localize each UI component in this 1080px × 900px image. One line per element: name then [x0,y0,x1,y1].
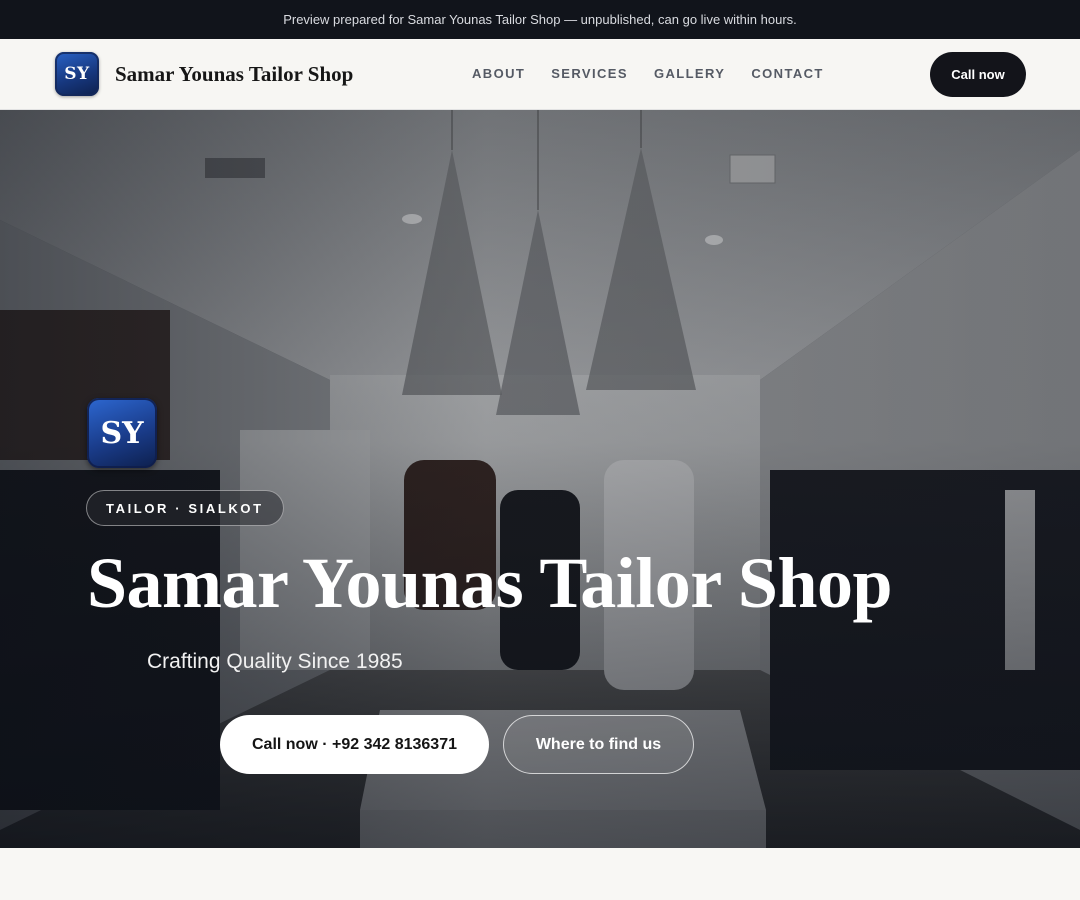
brand[interactable]: SY Samar Younas Tailor Shop [55,52,353,96]
hero-subtitle: Crafting Quality Since 1985 [147,650,403,673]
brand-name[interactable]: Samar Younas Tailor Shop [115,62,353,87]
call-now-phone-button[interactable]: Call now · +92 342 8136371 [220,715,489,774]
hero-logo-icon: SY [87,398,157,468]
category-badge: TAILOR · SIALKOT [86,490,284,526]
hero-section: SY TAILOR · SIALKOT Samar Younas Tailor … [0,110,1080,848]
preview-notice-bar: Preview prepared for Samar Younas Tailor… [0,0,1080,39]
hero-title: Samar Younas Tailor Shop [87,543,893,623]
nav-link-services[interactable]: SERVICES [551,66,628,81]
logo-icon[interactable]: SY [55,52,99,96]
preview-notice-text: Preview prepared for Samar Younas Tailor… [283,12,797,27]
header-call-button[interactable]: Call now [930,52,1026,97]
nav-link-contact[interactable]: CONTACT [751,66,823,81]
main-nav: ABOUT SERVICES GALLERY CONTACT [472,66,824,81]
nav-link-gallery[interactable]: GALLERY [654,66,725,81]
next-section [0,848,1080,900]
site-header: SY Samar Younas Tailor Shop ABOUT SERVIC… [0,39,1080,110]
find-us-button[interactable]: Where to find us [503,715,694,774]
nav-link-about[interactable]: ABOUT [472,66,525,81]
